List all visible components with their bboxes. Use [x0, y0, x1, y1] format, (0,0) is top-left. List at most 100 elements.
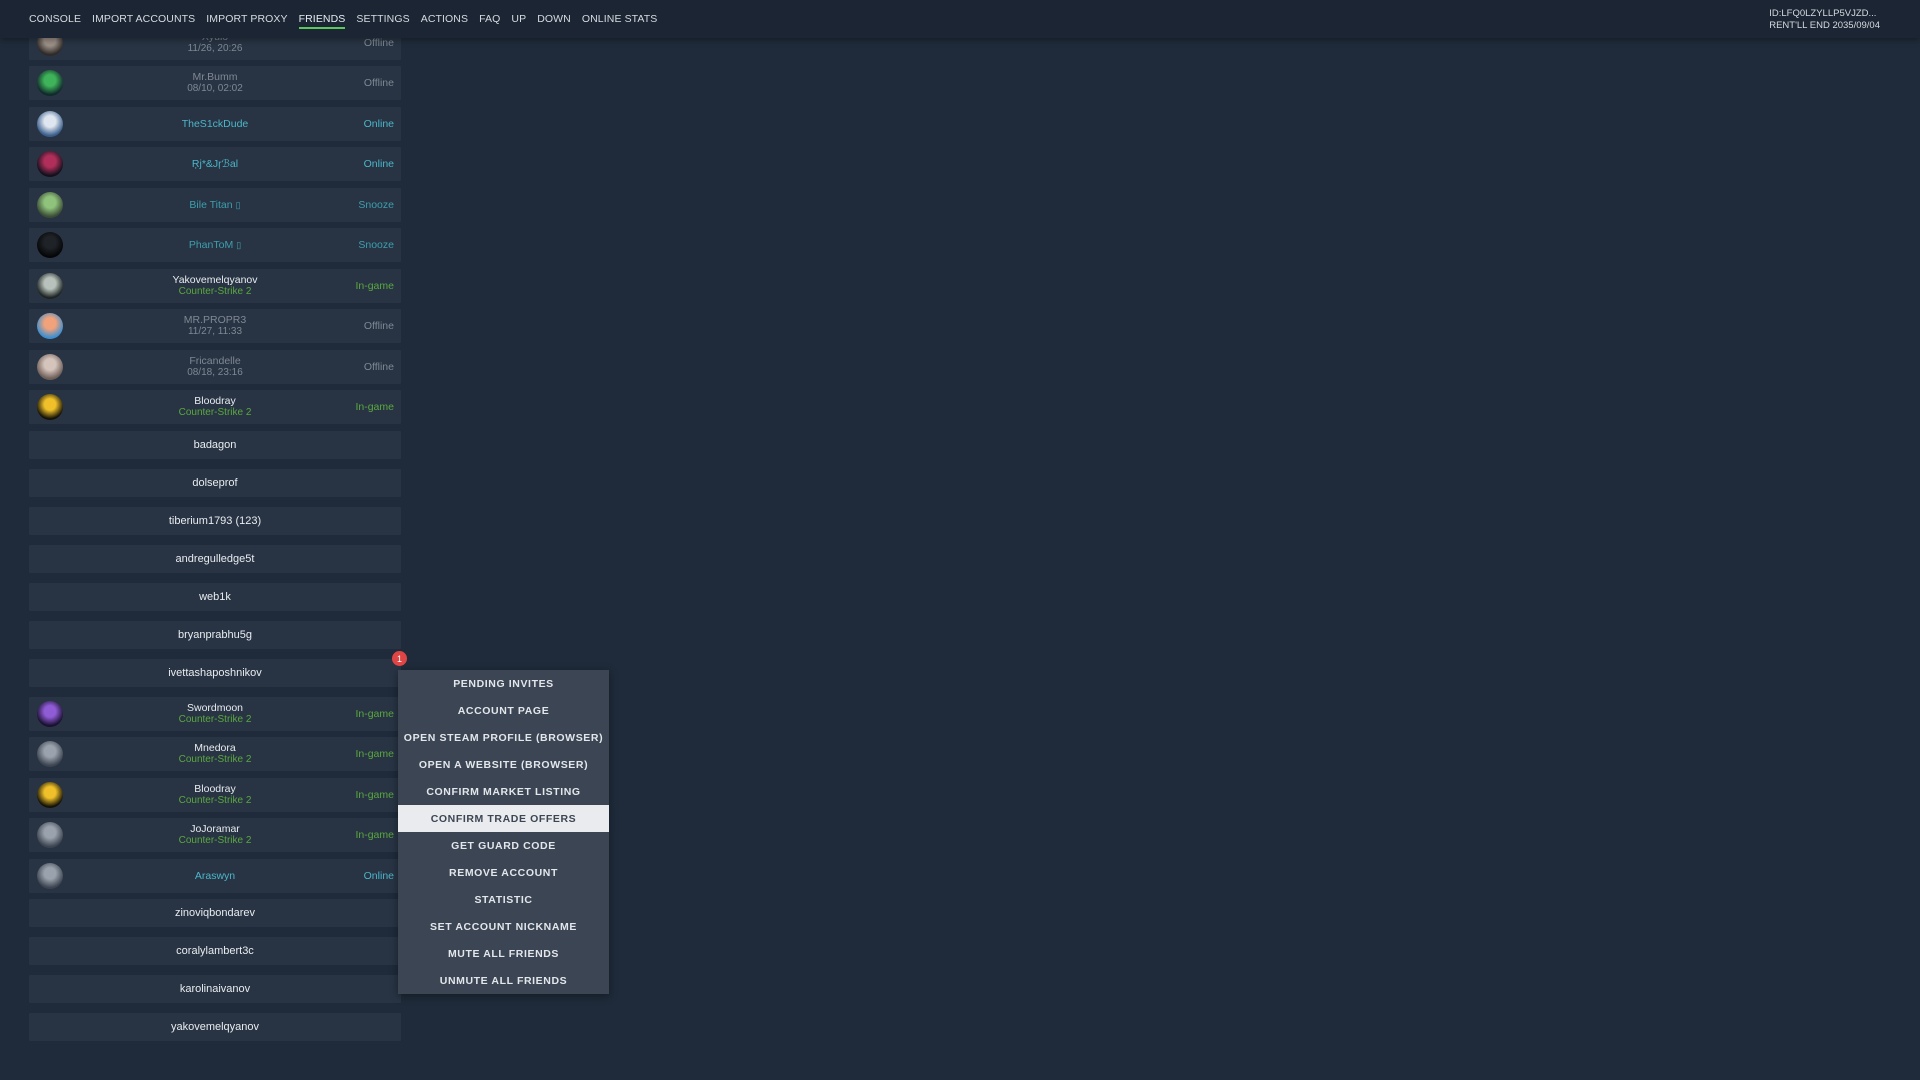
friend-status: Snooze [358, 198, 394, 211]
main-nav: CONSOLE IMPORT ACCOUNTS IMPORT PROXY FRIEND… [29, 0, 668, 38]
friend-status: Online [363, 117, 394, 130]
friend-subtext: 11/26, 20:26 [187, 42, 243, 54]
menu-get-guard-code[interactable]: GET GUARD CODE [398, 832, 609, 859]
friend-list[interactable]: 11/27, 04:13Xyulo11/26, 20:26OfflineMr.B… [29, 0, 401, 1080]
friend-row[interactable]: Araswyn Online [29, 858, 401, 893]
friend-row[interactable]: Fricandelle 08/18, 23:16 Offline [29, 349, 401, 384]
top-bar: CONSOLE IMPORT ACCOUNTS IMPORT PROXY FRIEND… [0, 0, 1920, 38]
friend-name: andregulledge5t [175, 552, 255, 565]
friend-name-text: MR.PROPR3 [183, 314, 247, 326]
friend-row[interactable]: Bloodray Counter-Strike 2 In-game [29, 390, 401, 424]
friend-row[interactable]: Swordmoon Counter-Strike 2 In-game [29, 696, 401, 731]
friend-name-text: Swordmoon [186, 701, 244, 714]
nav-console[interactable]: CONSOLE [29, 0, 81, 38]
menu-open-website[interactable]: OPEN A WEBSITE (BROWSER) [398, 751, 609, 778]
friend-row-account[interactable]: zinoviqbondarev [29, 899, 401, 927]
avatar [37, 313, 63, 339]
friend-name: Ŗj*&Jŗℬal [69, 158, 361, 170]
friend-row[interactable]: Bloodray Counter-Strike 2 In-game [29, 777, 401, 812]
friend-subtext: Counter-Strike 2 [178, 835, 252, 846]
friend-row-account[interactable]: coralylambert3c [29, 937, 401, 965]
nav-settings[interactable]: SETTINGS [356, 0, 409, 38]
friend-row[interactable]: Ŗj*&Jŗℬal Online [29, 147, 401, 181]
menu-confirm-market-listing[interactable]: CONFIRM MARKET LISTING [398, 778, 609, 805]
notification-badge: 1 [392, 651, 407, 666]
menu-unmute-all-friends[interactable]: UNMUTE ALL FRIENDS [398, 967, 609, 994]
menu-open-steam-profile[interactable]: OPEN STEAM PROFILE (BROWSER) [398, 724, 609, 751]
friend-subtext: Counter-Strike 2 [178, 285, 252, 297]
friend-row[interactable]: Mr.Bumm 08/10, 02:02 Offline [29, 66, 401, 100]
friend-row[interactable]: Yakovemelqyanov Counter-Strike 2 In-game [29, 268, 401, 303]
friend-row[interactable]: Bile Titan ▯ Snooze [29, 187, 401, 222]
account-id: ID:LFQ0LZYLLP5VJZD... [1769, 8, 1877, 19]
friend-name: Fricandelle [69, 355, 361, 367]
friend-row-account[interactable]: ivettashaposhnikov [29, 658, 401, 687]
friend-row-account[interactable]: web1k [29, 582, 401, 611]
avatar [37, 191, 63, 218]
friend-name: PhanToM ▯ [69, 239, 361, 251]
nav-import-proxy[interactable]: IMPORT PROXY [206, 0, 287, 38]
friend-name: Swordmoon [69, 702, 361, 714]
nav-actions[interactable]: ACTIONS [421, 0, 468, 38]
friend-name-text: PhanToM [188, 239, 234, 251]
friend-name-text: JoJoramar [190, 823, 240, 835]
friend-name-text: Mnedora [194, 742, 236, 754]
menu-pending-invites[interactable]: PENDING INVITES [398, 670, 609, 697]
friend-row[interactable]: PhanToM ▯ Snooze [29, 228, 401, 262]
friend-name: Yakovemelqyanov [69, 274, 361, 286]
friend-status: Offline [363, 36, 394, 49]
mobile-phone-icon: ▯ [235, 199, 241, 210]
nav-faq[interactable]: FAQ [479, 0, 500, 38]
friend-status: In-game [355, 788, 394, 801]
nav-up[interactable]: UP [511, 0, 526, 38]
friend-name: Araswyn [69, 870, 361, 882]
friend-subtext: Counter-Strike 2 [178, 407, 252, 418]
friend-name-text: Bloodray [194, 782, 236, 795]
menu-set-account-nickname[interactable]: SET ACCOUNT NICKNAME [398, 913, 609, 940]
avatar [37, 232, 63, 258]
friend-name: ivettashaposhnikov [168, 666, 262, 679]
nav-import-accounts[interactable]: IMPORT ACCOUNTS [92, 0, 195, 38]
friend-row[interactable]: Mnedora Counter-Strike 2 In-game [29, 737, 401, 771]
friend-name: Bile Titan ▯ [69, 199, 361, 211]
friend-name-text: Bile Titan [189, 198, 233, 211]
friend-row-account[interactable]: andregulledge5t [29, 544, 401, 573]
friend-row-account[interactable]: dolseprof [29, 468, 401, 497]
nav-down[interactable]: DOWN [537, 0, 571, 38]
menu-account-page[interactable]: ACCOUNT PAGE [398, 697, 609, 724]
friend-name: yakovemelqyanov [170, 1021, 260, 1033]
nav-friends[interactable]: FRIENDS [298, 0, 346, 38]
friend-row-account[interactable]: bryanprabhu5g [29, 620, 401, 649]
friend-row[interactable]: MR.PROPR3 11/27, 11:33 Offline [29, 309, 401, 343]
avatar [37, 741, 63, 767]
menu-mute-all-friends[interactable]: MUTE ALL FRIENDS [398, 940, 609, 967]
menu-remove-account[interactable]: REMOVE ACCOUNT [398, 859, 609, 886]
friend-name: Bloodray [69, 395, 361, 407]
friend-status: Offline [363, 320, 394, 332]
menu-statistic[interactable]: STATISTIC [398, 886, 609, 913]
friend-name-text: Yakovemelqyanov [172, 273, 258, 286]
friend-subtext: 08/18, 23:16 [187, 366, 243, 378]
friend-row-account[interactable]: tiberium1793 (123) [29, 506, 401, 535]
nav-online-stats[interactable]: ONLINE STATS [582, 0, 658, 38]
friend-status: In-game [355, 707, 394, 720]
friend-name-text: Fricandelle [189, 354, 241, 367]
friend-row-account[interactable]: badagon [29, 430, 401, 459]
avatar [37, 822, 63, 848]
menu-confirm-trade-offers[interactable]: CONFIRM TRADE OFFERS [398, 805, 609, 832]
friend-name: bryanprabhu5g [177, 628, 252, 641]
friend-name: web1k [199, 590, 231, 603]
friend-subtext: Counter-Strike 2 [178, 713, 252, 725]
friend-row[interactable]: TheS1ckDude Online [29, 106, 401, 141]
avatar [37, 110, 63, 137]
friend-row-account[interactable]: yakovemelqyanov [29, 1013, 401, 1041]
friend-name-text: Ŗj*&Jŗℬal [191, 158, 239, 170]
account-info: ID:LFQ0LZYLLP5VJZD... RENT'LL END 2035/0… [1769, 8, 1880, 32]
friend-status: Online [363, 869, 394, 882]
friend-row[interactable]: JoJoramar Counter-Strike 2 In-game [29, 818, 401, 852]
friend-name: MR.PROPR3 [69, 314, 361, 326]
friend-subtext: 08/10, 02:02 [187, 83, 243, 94]
avatar [37, 700, 63, 727]
friend-row-account[interactable]: karolinaivanov [29, 975, 401, 1003]
avatar [37, 151, 63, 177]
